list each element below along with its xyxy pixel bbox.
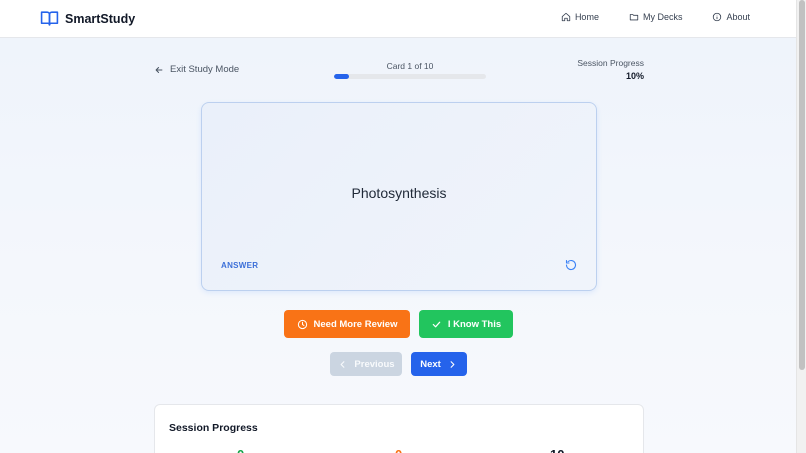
review-count: 0	[395, 447, 402, 453]
session-progress-value: 10%	[625, 71, 644, 81]
previous-button[interactable]: Previous	[330, 352, 402, 376]
check-icon	[432, 321, 441, 327]
need-more-review-label: Need More Review	[313, 318, 398, 330]
scrollbar-thumb[interactable]	[799, 0, 805, 370]
arrow-left-icon	[155, 66, 163, 73]
brand-name: SmartStudy	[65, 11, 136, 26]
card-progress-bar	[334, 74, 486, 79]
info-icon	[713, 12, 722, 22]
known-count: 0	[237, 447, 244, 453]
nav-link-label: Home	[574, 12, 599, 22]
card-counter: Card 1 of 10	[386, 61, 434, 71]
open-book-icon	[40, 11, 59, 26]
chevron-right-icon	[450, 360, 455, 368]
nav-link-label: My Decks	[642, 12, 683, 22]
nav-link-label: About	[726, 12, 750, 22]
exit-label: Exit Study Mode	[170, 64, 240, 75]
session-progress-label: Session Progress	[577, 58, 644, 68]
answer-label: ANSWER	[221, 261, 259, 270]
nav-link-home[interactable]: Home	[561, 12, 599, 22]
clock-icon	[297, 319, 307, 329]
nav-links: Home My Decks About	[561, 12, 750, 22]
flip-card-icon[interactable]	[565, 259, 577, 271]
exit-study-mode-button[interactable]: Exit Study Mode	[154, 64, 239, 75]
previous-label: Previous	[354, 358, 395, 370]
page-scrollbar[interactable]	[796, 0, 806, 453]
chevron-left-icon	[340, 360, 345, 368]
folder-icon	[629, 14, 639, 21]
session-stats-panel: Session Progress 0 0 10	[154, 404, 644, 453]
i-know-this-button[interactable]: I Know This	[419, 310, 513, 338]
home-icon	[561, 12, 571, 22]
nav-link-about[interactable]: About	[712, 12, 750, 22]
i-know-this-label: I Know This	[447, 318, 502, 330]
flashcard-term: Photosynthesis	[351, 185, 447, 201]
need-more-review-button[interactable]: Need More Review	[284, 310, 410, 338]
brand-logo[interactable]: SmartStudy	[40, 10, 135, 27]
nav-link-my-decks[interactable]: My Decks	[629, 12, 683, 22]
next-label: Next	[420, 358, 441, 370]
top-navbar: SmartStudy Home My Decks About	[0, 0, 796, 38]
next-button[interactable]: Next	[411, 352, 467, 376]
card-progress-fill	[334, 74, 350, 79]
flashcard[interactable]: Photosynthesis ANSWER	[201, 102, 597, 291]
stats-title: Session Progress	[169, 422, 258, 434]
total-count: 10	[550, 447, 564, 453]
session-progress-summary: Session Progress 10%	[577, 58, 644, 81]
